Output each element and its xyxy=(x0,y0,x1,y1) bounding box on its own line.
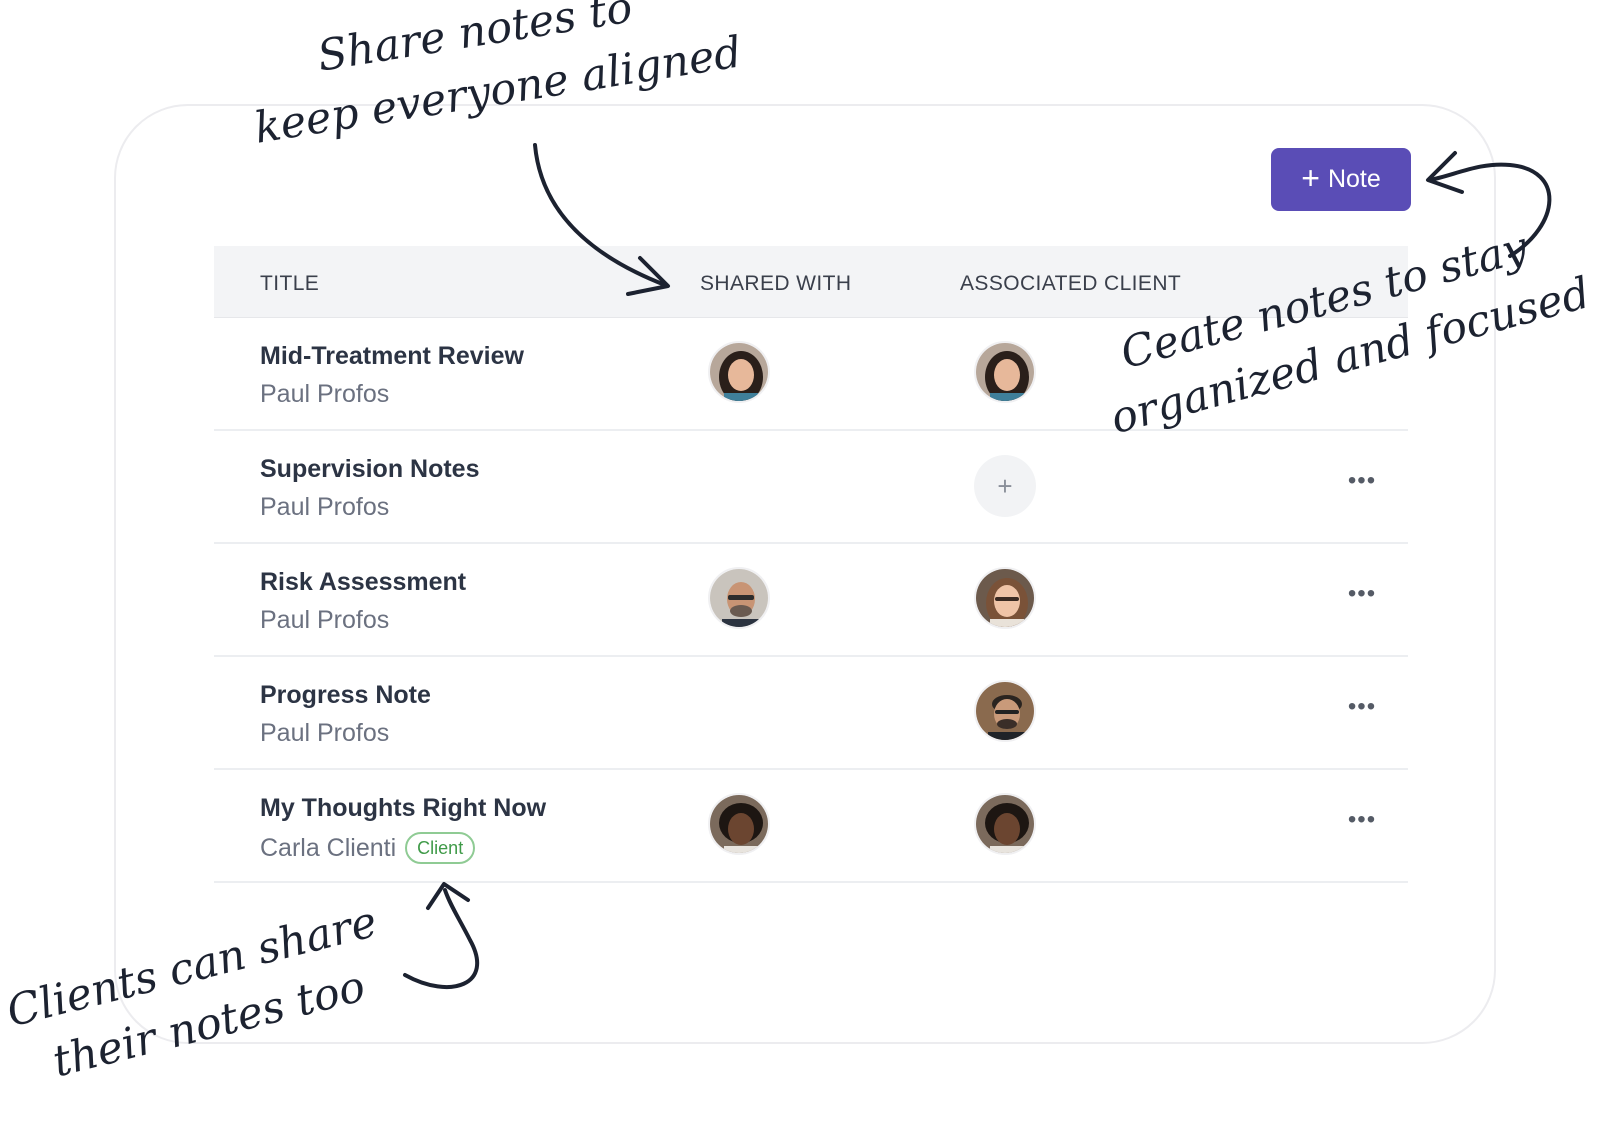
table-row[interactable]: Progress Note Paul Profos ••• xyxy=(214,657,1408,770)
note-title[interactable]: My Thoughts Right Now xyxy=(260,794,546,823)
note-author: Paul Profos xyxy=(260,719,390,747)
more-options-icon[interactable]: ••• xyxy=(1344,580,1380,610)
note-author-line: Carla Clienti Client xyxy=(260,832,476,864)
note-title[interactable]: Supervision Notes xyxy=(260,455,480,484)
plus-icon: + xyxy=(997,470,1013,501)
associated-client-avatar[interactable] xyxy=(974,567,1036,629)
add-note-button[interactable]: + Note xyxy=(1271,148,1411,211)
plus-icon: + xyxy=(1301,160,1320,196)
associated-client-avatar[interactable] xyxy=(974,793,1036,855)
add-client-button[interactable]: + xyxy=(974,455,1036,517)
table-row[interactable]: My Thoughts Right Now Carla Clienti Clie… xyxy=(214,770,1408,883)
note-author-line: Paul Profos xyxy=(260,493,389,522)
note-author: Paul Profos xyxy=(260,493,390,521)
add-note-label: Note xyxy=(1327,165,1381,193)
table-row[interactable]: Risk Assessment Paul Profos ••• xyxy=(214,544,1408,657)
column-shared-with[interactable]: SHARED WITH xyxy=(700,272,851,296)
column-associated-client[interactable]: ASSOCIATED CLIENT xyxy=(960,272,1181,296)
note-author-line: Paul Profos xyxy=(260,380,389,409)
note-title[interactable]: Risk Assessment xyxy=(260,568,466,597)
column-title[interactable]: TITLE xyxy=(260,272,319,296)
associated-client-avatar[interactable] xyxy=(974,680,1036,742)
associated-client-avatar[interactable] xyxy=(974,341,1036,403)
shared-with-avatar[interactable] xyxy=(708,341,770,403)
client-badge: Client xyxy=(405,832,476,864)
note-author: Paul Profos xyxy=(260,380,390,408)
note-author-line: Paul Profos xyxy=(260,719,389,748)
shared-with-avatar[interactable] xyxy=(708,567,770,629)
more-options-icon[interactable]: ••• xyxy=(1344,467,1380,497)
more-options-icon[interactable]: ••• xyxy=(1344,693,1380,723)
note-title[interactable]: Progress Note xyxy=(260,681,431,710)
more-options-icon[interactable]: ••• xyxy=(1344,806,1380,836)
table-row[interactable]: Supervision Notes Paul Profos + ••• xyxy=(214,431,1408,544)
note-title[interactable]: Mid-Treatment Review xyxy=(260,342,524,371)
note-author-line: Paul Profos xyxy=(260,606,389,635)
shared-with-avatar[interactable] xyxy=(708,793,770,855)
note-author: Carla Clienti xyxy=(260,833,397,862)
note-author: Paul Profos xyxy=(260,606,390,634)
